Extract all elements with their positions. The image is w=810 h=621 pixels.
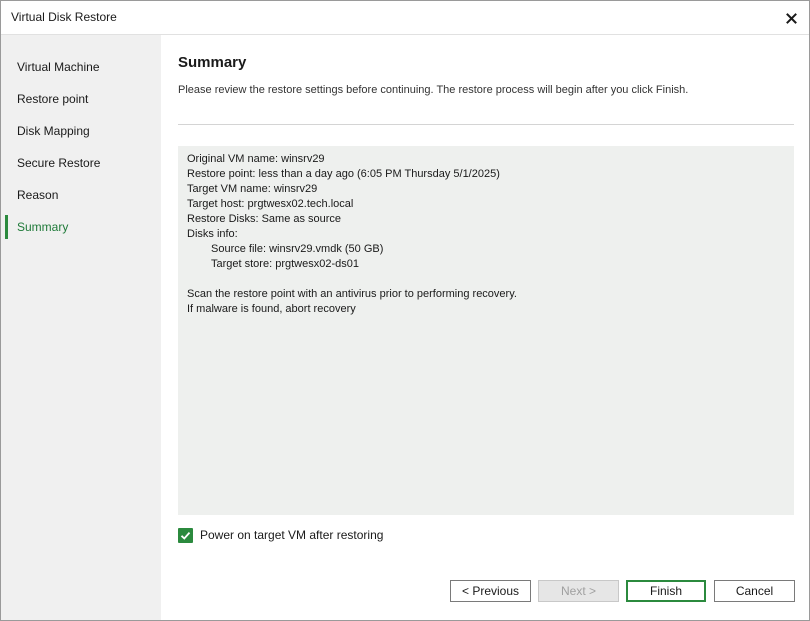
summary-line: Target host: prgtwesx02.tech.local (187, 198, 354, 210)
cancel-button[interactable]: Cancel (714, 580, 795, 602)
close-button[interactable] (781, 8, 801, 28)
checkmark-icon (180, 532, 191, 540)
summary-line: Target VM name: winsrv29 (187, 183, 318, 195)
virtual-disk-restore-window: Virtual Disk Restore Virtual Machine Res… (0, 0, 810, 621)
summary-line: If malware is found, abort recovery (187, 303, 356, 315)
divider (178, 124, 794, 125)
finish-button[interactable]: Finish (626, 580, 706, 602)
sidebar-item-restore-point[interactable]: Restore point (1, 87, 161, 111)
sidebar-item-label: Summary (17, 220, 69, 234)
summary-line: Restore point: less than a day ago (6:05… (187, 168, 500, 180)
sidebar-item-disk-mapping[interactable]: Disk Mapping (1, 119, 161, 143)
sidebar-item-label: Restore point (17, 92, 89, 106)
sidebar-item-label: Virtual Machine (17, 60, 100, 74)
sidebar-item-reason[interactable]: Reason (1, 183, 161, 207)
previous-button[interactable]: < Previous (450, 580, 531, 602)
sidebar-item-label: Secure Restore (17, 156, 101, 170)
page-description: Please review the restore settings befor… (178, 84, 689, 96)
summary-line: Disks info: (187, 228, 238, 240)
next-button[interactable]: Next > (538, 580, 619, 602)
summary-line: Source file: winsrv29.vmdk (50 GB) (211, 243, 384, 255)
summary-line: Target store: prgtwesx02-ds01 (211, 258, 359, 270)
summary-textbox[interactable]: Original VM name: winsrv29 Restore point… (178, 146, 794, 515)
sidebar-item-label: Reason (17, 188, 59, 202)
summary-line: Restore Disks: Same as source (187, 213, 342, 225)
sidebar-item-summary[interactable]: Summary (1, 215, 161, 239)
close-icon (785, 12, 797, 24)
sidebar-item-secure-restore[interactable]: Secure Restore (1, 151, 161, 175)
window-title: Virtual Disk Restore (11, 10, 117, 24)
title-bar: Virtual Disk Restore (1, 1, 809, 35)
wizard-steps-sidebar: Virtual Machine Restore point Disk Mappi… (1, 35, 161, 620)
page-title: Summary (178, 54, 247, 71)
summary-line: Original VM name: winsrv29 (187, 153, 325, 165)
summary-line: Scan the restore point with an antivirus… (187, 288, 517, 300)
sidebar-item-label: Disk Mapping (17, 124, 90, 138)
sidebar-item-virtual-machine[interactable]: Virtual Machine (1, 55, 161, 79)
main-panel: Summary Please review the restore settin… (162, 35, 809, 620)
power-on-label: Power on target VM after restoring (200, 528, 384, 542)
power-on-checkbox[interactable] (178, 528, 193, 543)
